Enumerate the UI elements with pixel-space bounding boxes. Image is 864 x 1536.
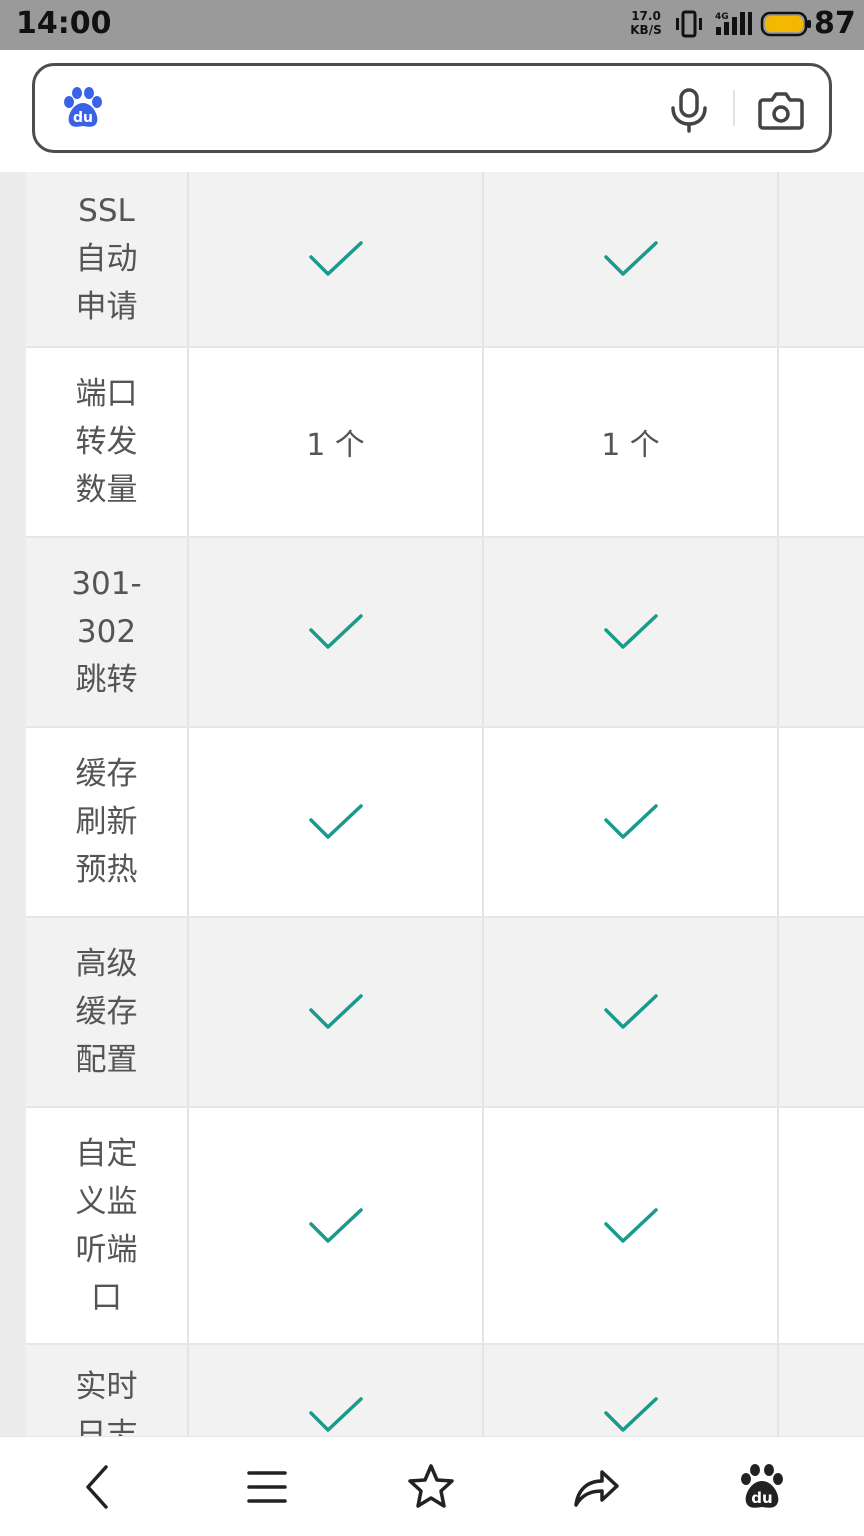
left-gutter [0, 172, 26, 1436]
network-speed-unit: KB/S [630, 23, 662, 37]
feature-label-cell: 端口转发数量 [26, 348, 189, 536]
check-icon [308, 994, 363, 1029]
plan-c-cell [779, 538, 864, 726]
feature-label: 缓存刷新预热 [75, 756, 138, 888]
plan-c-cell [779, 348, 864, 536]
vibrate-icon [676, 10, 702, 38]
check-icon [308, 1207, 363, 1243]
feature-label: 实时日志 [75, 1369, 138, 1436]
check-icon [308, 241, 363, 276]
star-icon[interactable] [405, 1461, 457, 1513]
menu-icon[interactable] [241, 1461, 293, 1513]
network-speed: 17.0 KB/S [626, 9, 666, 37]
table-row: 301-302跳转 [26, 538, 864, 728]
feature-label-cell: 实时日志 [26, 1345, 189, 1436]
battery-level: 87 [814, 6, 856, 41]
signal-icon: 4G [715, 12, 752, 35]
feature-label: 301-302跳转 [71, 566, 142, 698]
check-icon [603, 804, 658, 839]
search-input[interactable]: du [32, 63, 832, 153]
plan-value: 1 个 [601, 428, 660, 463]
share-icon[interactable] [570, 1461, 622, 1513]
check-icon [308, 804, 363, 839]
plan-c-cell [779, 918, 864, 1106]
check-icon [603, 1207, 658, 1243]
table-row: 高级缓存配置 [26, 918, 864, 1108]
feature-label-cell: 高级缓存配置 [26, 918, 189, 1106]
plan-c-cell [779, 1108, 864, 1343]
plan-b-cell [484, 172, 779, 346]
table-row: 自定义监听端口 [26, 1108, 864, 1345]
plan-value: 1 个 [306, 428, 365, 463]
check-icon [603, 1397, 658, 1432]
baidu-logo-text: du [73, 110, 93, 126]
check-icon [308, 614, 363, 649]
microphone-icon[interactable] [667, 86, 711, 134]
plan-c-cell [779, 172, 864, 346]
table-row: SSL自动申请 [26, 172, 864, 348]
battery-icon [760, 11, 811, 37]
table-row: 端口转发数量 1 个 1 个 [26, 348, 864, 538]
check-icon [308, 1397, 363, 1432]
feature-label: 自定义监听端口 [75, 1135, 138, 1316]
plan-b-cell: 1 个 [484, 348, 779, 536]
back-icon[interactable] [72, 1461, 124, 1513]
status-time: 14:00 [16, 6, 112, 41]
feature-label: SSL自动申请 [75, 193, 138, 325]
plan-a-cell [189, 172, 484, 346]
plan-c-cell [779, 1345, 864, 1436]
baidu-home-icon[interactable]: du [736, 1461, 788, 1513]
check-icon [603, 614, 658, 649]
feature-label: 高级缓存配置 [75, 946, 138, 1078]
baidu-logo-icon[interactable]: du [61, 86, 105, 130]
network-speed-value: 17.0 [631, 9, 661, 23]
table-row: 实时日志 [26, 1345, 864, 1436]
plan-b-cell [484, 1345, 779, 1436]
plan-a-cell: 1 个 [189, 348, 484, 536]
plan-a-cell [189, 1108, 484, 1343]
feature-label-cell: 301-302跳转 [26, 538, 189, 726]
feature-label: 端口转发数量 [75, 376, 138, 508]
plan-c-cell [779, 728, 864, 916]
plan-b-cell [484, 728, 779, 916]
check-icon [603, 241, 658, 276]
plan-b-cell [484, 1108, 779, 1343]
plan-a-cell [189, 538, 484, 726]
baidu-home-text: du [751, 1489, 772, 1507]
table-row: 缓存刷新预热 [26, 728, 864, 918]
search-area: du [0, 50, 864, 172]
plan-a-cell [189, 918, 484, 1106]
network-type-label: 4G [715, 12, 729, 22]
bottom-navigation: du [0, 1436, 864, 1536]
status-bar: 14:00 17.0 KB/S 4G 87 [0, 0, 864, 50]
feature-label-cell: SSL自动申请 [26, 172, 189, 346]
feature-label-cell: 缓存刷新预热 [26, 728, 189, 916]
plan-b-cell [484, 538, 779, 726]
plan-b-cell [484, 918, 779, 1106]
plan-a-cell [189, 1345, 484, 1436]
comparison-table-area[interactable]: SSL自动申请 端口转发数量 1 个 1 个 301-302跳转 缓存刷新预热 高级缓存配置… [0, 172, 864, 1436]
check-icon [603, 994, 658, 1029]
feature-label-cell: 自定义监听端口 [26, 1108, 189, 1343]
camera-icon[interactable] [757, 88, 805, 132]
plan-a-cell [189, 728, 484, 916]
search-divider [733, 90, 735, 126]
